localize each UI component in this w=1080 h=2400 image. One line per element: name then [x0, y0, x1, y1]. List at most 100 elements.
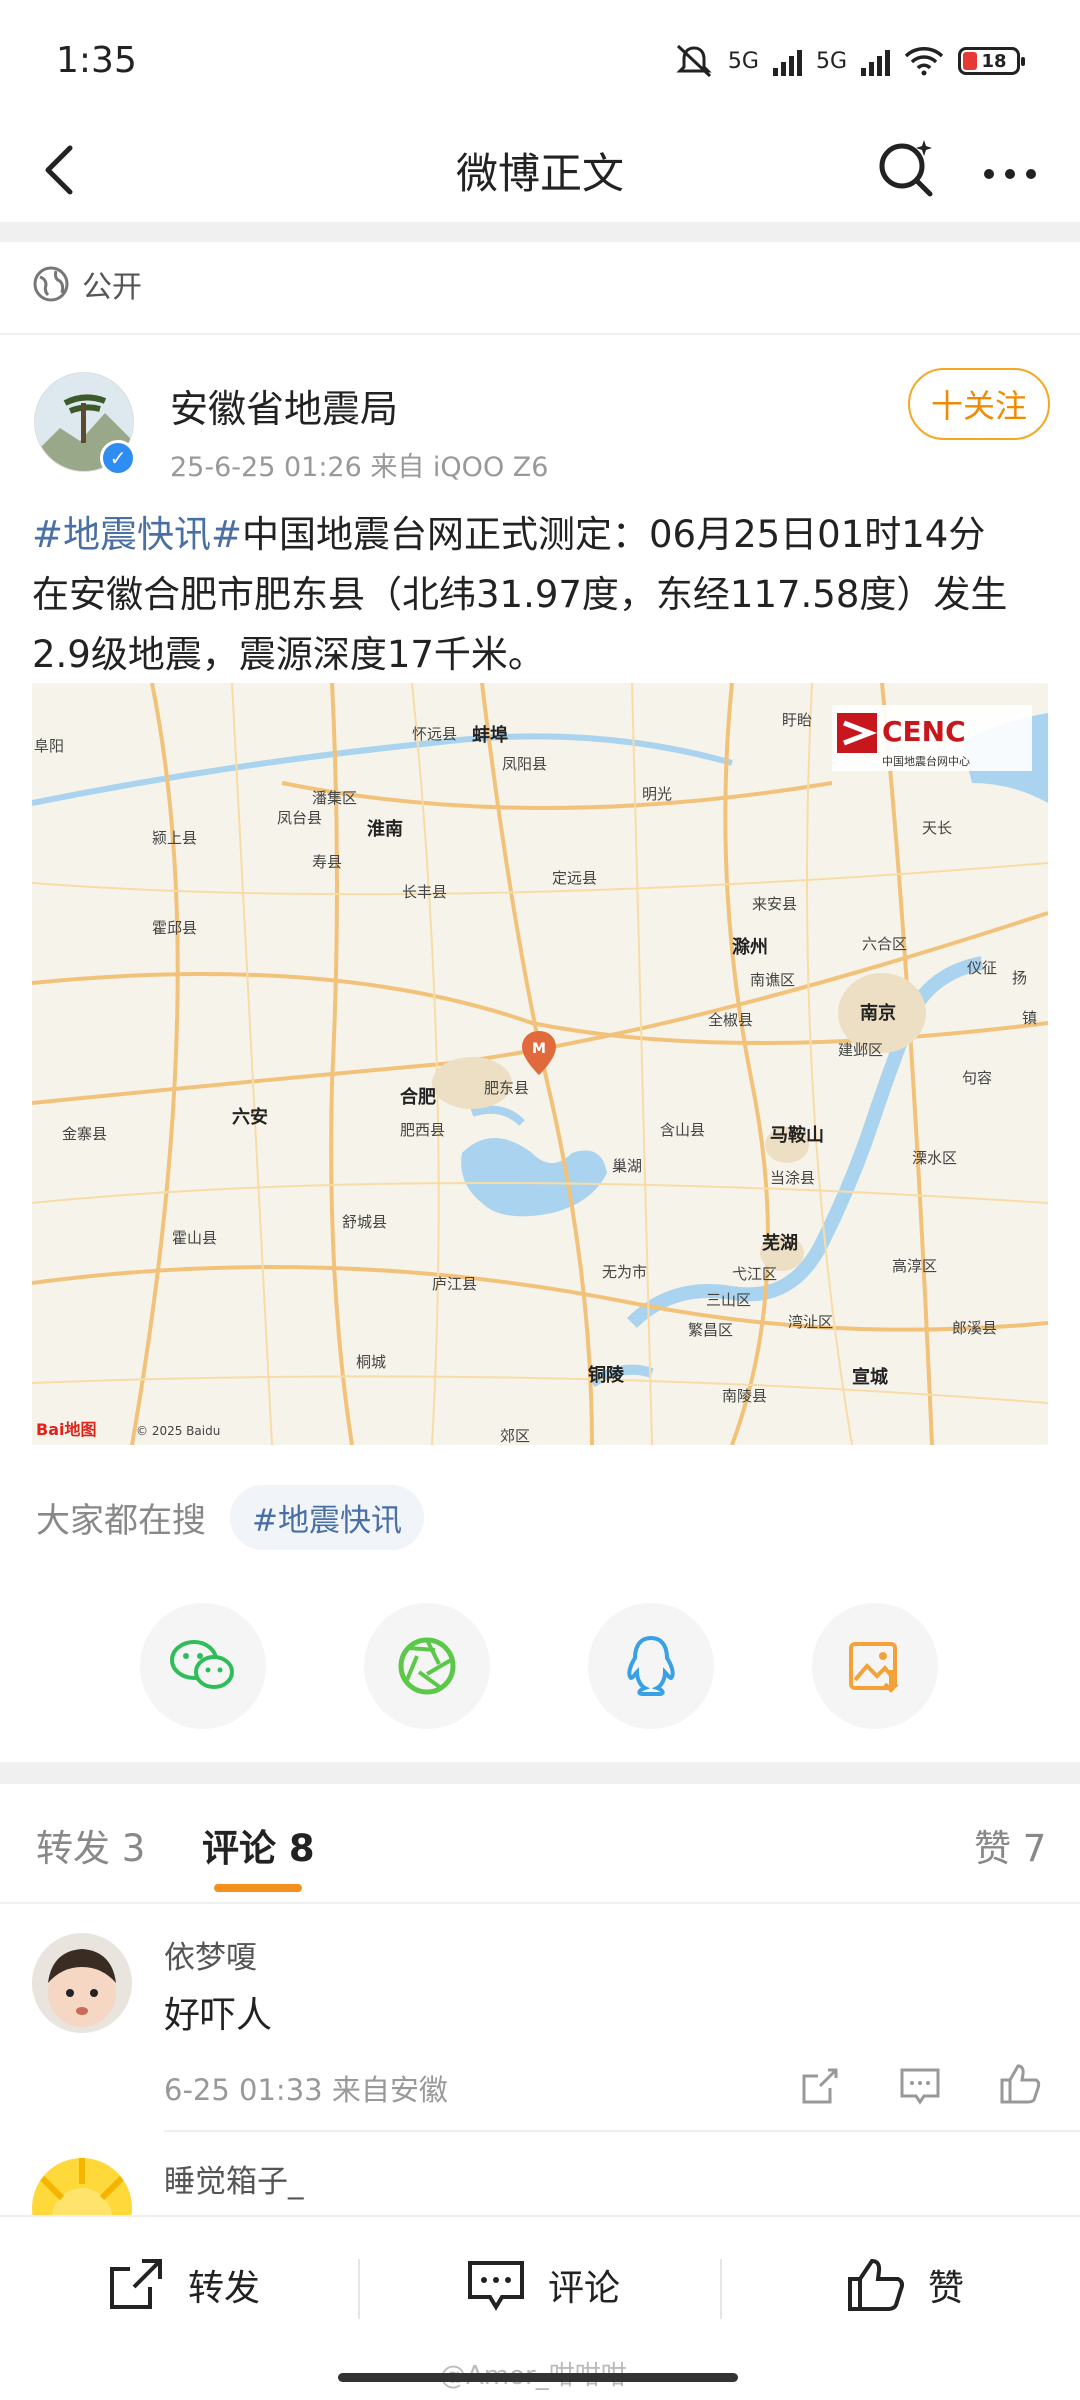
home-indicator[interactable]: [338, 2373, 738, 2382]
search-icon[interactable]: [874, 136, 938, 200]
like-button[interactable]: 赞: [846, 2257, 964, 2313]
svg-text:扬: 扬: [1012, 969, 1027, 987]
nav-header: 微博正文: [0, 130, 1080, 225]
svg-text:马鞍山: 马鞍山: [770, 1124, 824, 1146]
commenter-name[interactable]: 依梦嗄: [164, 1932, 257, 1977]
signal-icon-2: [861, 46, 890, 76]
tab-comments[interactable]: 评论 8: [202, 1818, 315, 1872]
baby-photo-image: [32, 1933, 132, 2033]
svg-text:宣城: 宣城: [852, 1366, 888, 1388]
author-name[interactable]: 安徽省地震局: [170, 378, 398, 433]
signal-icon: [772, 46, 802, 76]
interaction-tabs: 转发 3 评论 8 赞 7: [0, 1780, 1080, 1900]
post-body: #地震快讯#中国地震台网正式测定：06月25日01时14分 在安徽合肥市肥东县（…: [32, 505, 1062, 685]
svg-text:明光: 明光: [642, 785, 672, 803]
share-icon[interactable]: [798, 2064, 842, 2108]
divider-band: [0, 222, 1080, 242]
status-time: 1:35: [56, 40, 137, 81]
globe-icon: [33, 266, 69, 302]
share-wechat-button[interactable]: [140, 1603, 266, 1729]
post-line-1: 中国地震台网正式测定：06月25日01时14分: [242, 513, 986, 556]
svg-text:镇: 镇: [1022, 1009, 1037, 1027]
svg-text:六安: 六安: [232, 1106, 268, 1128]
svg-text:无为市: 无为市: [602, 1263, 647, 1281]
share-moments-button[interactable]: [364, 1603, 490, 1729]
comment-button[interactable]: 评论: [466, 2257, 620, 2313]
repost-button[interactable]: 转发: [106, 2257, 260, 2313]
svg-text:高淳区: 高淳区: [892, 1257, 937, 1275]
svg-text:Bai地图: Bai地图: [36, 1420, 96, 1439]
commenter-avatar[interactable]: [32, 1933, 132, 2033]
svg-text:CENC: CENC: [882, 715, 966, 748]
svg-text:淮南: 淮南: [367, 818, 403, 840]
status-bar: 1:35 5G 5G 18: [0, 0, 1080, 130]
follow-button[interactable]: 十关注: [908, 368, 1050, 440]
svg-text:M: M: [532, 1041, 546, 1057]
divider: [0, 1902, 1080, 1904]
hashtag-link[interactable]: #地震快讯#: [32, 513, 242, 556]
post-meta: 25-6-25 01:26 来自 iQOO Z6: [170, 452, 549, 483]
comment-icon[interactable]: [898, 2064, 942, 2108]
svg-text:南谯区: 南谯区: [750, 971, 795, 989]
repost-label: 转发: [188, 2268, 261, 2309]
svg-text:弋江区: 弋江区: [732, 1265, 777, 1283]
svg-text:金寨县: 金寨县: [62, 1125, 107, 1143]
save-image-button[interactable]: [812, 1603, 938, 1729]
svg-text:郊区: 郊区: [500, 1427, 530, 1445]
svg-text:仪征: 仪征: [967, 959, 997, 977]
svg-text:寿县: 寿县: [312, 853, 342, 871]
map-label: 阜阳: [34, 737, 64, 755]
wifi-icon: [904, 47, 944, 76]
svg-text:巢湖: 巢湖: [612, 1157, 642, 1175]
share-qq-button[interactable]: [588, 1603, 714, 1729]
trending-tag-chip[interactable]: #地震快讯: [230, 1485, 424, 1550]
svg-text:蚌埠: 蚌埠: [472, 724, 508, 746]
like-icon[interactable]: [998, 2062, 1042, 2106]
wechat-icon: [170, 1640, 234, 1689]
tab-indicator: [214, 1884, 302, 1892]
tab-repost[interactable]: 转发 3: [36, 1818, 145, 1872]
svg-text:潘集区: 潘集区: [312, 789, 357, 807]
svg-text:霍邱县: 霍邱县: [152, 919, 197, 937]
svg-text:霍山县: 霍山县: [172, 1229, 217, 1247]
more-icon[interactable]: [975, 138, 1045, 198]
net-label-1: 5G: [727, 48, 759, 74]
svg-text:句容: 句容: [962, 1069, 992, 1087]
svg-text:天长: 天长: [922, 819, 952, 837]
save-image-icon: [849, 1642, 899, 1693]
svg-text:来安县: 来安县: [752, 895, 797, 913]
svg-text:定远县: 定远县: [552, 869, 597, 887]
tab-likes[interactable]: 赞 7: [974, 1818, 1046, 1872]
svg-text:肥西县: 肥西县: [400, 1121, 445, 1139]
svg-text:建邺区: 建邺区: [838, 1041, 883, 1059]
comment-text: 好吓人: [164, 1995, 273, 2036]
comment-icon: [468, 2261, 524, 2311]
separator: [720, 2259, 722, 2319]
trending-label: 大家都在搜: [36, 1501, 206, 1541]
commenter-name[interactable]: 睡觉箱子_: [164, 2156, 304, 2201]
visibility-label: 公开: [82, 270, 142, 305]
trending-search-row: 大家都在搜 #地震快讯: [36, 1485, 424, 1550]
cenc-logo: CENC 中国地震台网中心: [832, 705, 1032, 771]
svg-text:含山县: 含山县: [660, 1121, 705, 1139]
mute-icon: [676, 44, 712, 78]
moments-aperture-icon: [398, 1637, 456, 1695]
svg-text:合肥: 合肥: [400, 1086, 436, 1108]
svg-text:三山区: 三山区: [706, 1291, 751, 1309]
net-label-2: 5G: [815, 48, 847, 74]
svg-text:六合区: 六合区: [862, 935, 907, 953]
svg-text:凤台县: 凤台县: [277, 809, 322, 827]
qq-penguin-icon: [627, 1635, 675, 1696]
svg-text:铜陵: 铜陵: [588, 1364, 625, 1386]
battery-icon: 18: [958, 47, 1025, 75]
like-icon: [848, 2258, 904, 2311]
separator: [358, 2259, 360, 2319]
svg-text:© 2025 Baidu: © 2025 Baidu: [136, 1424, 220, 1438]
like-label: 赞: [928, 2268, 965, 2309]
visibility-row: 公开: [32, 262, 142, 306]
bottom-action-bar: 转发 评论 赞: [0, 2215, 1080, 2355]
svg-text:南京: 南京: [860, 1002, 896, 1024]
svg-text:滁州: 滁州: [732, 936, 768, 958]
verified-badge-icon: ✓: [100, 440, 136, 476]
earthquake-map-image[interactable]: 阜阳 怀远县 蚌埠 凤阳县 明光 盱眙 潘集区 凤台县 淮南 颍上县 寿县 长丰…: [32, 683, 1048, 1445]
